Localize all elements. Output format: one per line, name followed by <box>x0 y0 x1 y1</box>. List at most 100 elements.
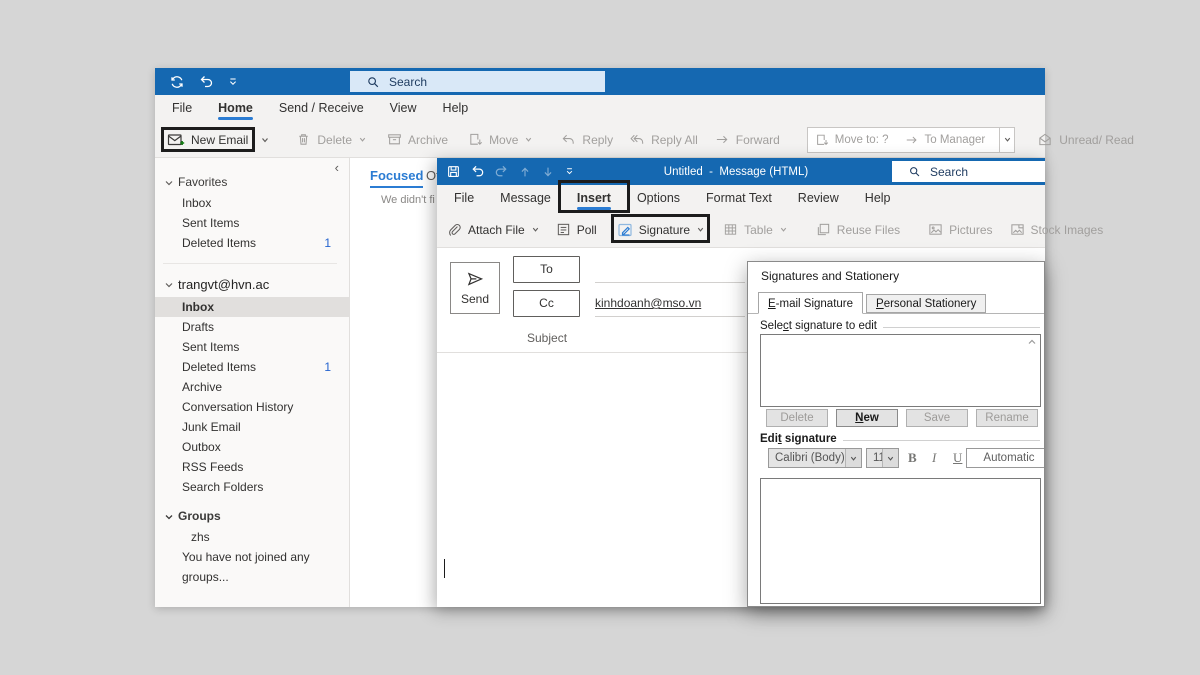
chevron-down-icon <box>164 512 174 522</box>
folder-pane: ‹ Favorites Inbox Sent Items Deleted Ite… <box>155 158 350 607</box>
redo-icon[interactable] <box>494 164 509 179</box>
to-field[interactable] <box>595 282 745 283</box>
cc-field[interactable] <box>595 316 745 317</box>
tab-file[interactable]: File <box>441 185 487 212</box>
new-email-dropdown-icon[interactable] <box>260 135 270 145</box>
signature-edit-area[interactable] <box>760 478 1041 604</box>
account-label: trangvt@hvn.ac <box>178 273 269 297</box>
pictures-label: Pictures <box>949 223 992 237</box>
tab-help[interactable]: Help <box>430 95 482 122</box>
bold-button[interactable]: B <box>908 450 917 466</box>
sidebar-item-search-folders[interactable]: Search Folders <box>155 477 349 497</box>
quick-steps-dropdown-icon[interactable] <box>999 128 1014 152</box>
new-email-button[interactable]: New Email <box>167 132 248 148</box>
to-manager-label: To Manager <box>925 134 986 146</box>
font-size-select[interactable]: 11 <box>866 448 899 468</box>
rename-signature-button[interactable]: Rename <box>976 409 1038 427</box>
tab-help[interactable]: Help <box>852 185 904 212</box>
sidebar-item-outbox[interactable]: Outbox <box>155 437 349 457</box>
favorites-header[interactable]: Favorites <box>155 172 349 193</box>
dialog-title: Signatures and Stationery <box>761 269 899 283</box>
sidebar-item-archive[interactable]: Archive <box>155 377 349 397</box>
tab-send-receive[interactable]: Send / Receive <box>266 95 377 122</box>
forward-button[interactable]: Forward <box>715 132 780 147</box>
cc-recipient[interactable]: kinhdoanh@mso.vn <box>595 296 701 310</box>
tab-options[interactable]: Options <box>624 185 693 212</box>
poll-button[interactable]: Poll <box>556 222 597 237</box>
signature-label: Signature <box>639 223 690 237</box>
tab-focused[interactable]: Focused <box>370 168 423 183</box>
new-signature-button[interactable]: New <box>836 409 898 427</box>
groups-header[interactable]: Groups <box>155 506 349 527</box>
main-search-box[interactable] <box>350 71 605 92</box>
dialog-tabs: E-mail Signature Personal Stationery <box>748 292 1044 314</box>
search-input[interactable] <box>930 165 1045 179</box>
undo-icon[interactable] <box>198 74 214 90</box>
tab-email-signature[interactable]: E-mail Signature <box>758 292 863 314</box>
unread-read-button[interactable]: Unread/ Read <box>1037 132 1134 147</box>
sidebar-item-favorites-sent[interactable]: Sent Items <box>155 213 349 233</box>
reply-all-button[interactable]: Reply All <box>630 132 698 147</box>
move-button[interactable]: Move <box>468 132 533 147</box>
quick-steps-gallery[interactable]: Move to: ? To Manager <box>807 127 1015 153</box>
signature-list[interactable] <box>760 334 1041 407</box>
archive-button[interactable]: Archive <box>387 132 448 147</box>
collapse-folder-pane-icon[interactable]: ‹ <box>335 160 339 175</box>
chevron-down-icon <box>882 449 898 467</box>
main-ribbon-commands: New Email Delete Archive <box>155 122 1045 158</box>
undo-icon[interactable] <box>470 164 485 179</box>
tab-insert[interactable]: Insert <box>564 185 624 212</box>
customize-toolbar-icon[interactable] <box>227 76 239 88</box>
italic-button[interactable]: I <box>932 450 936 466</box>
tab-personal-stationery[interactable]: Personal Stationery <box>866 294 986 313</box>
down-arrow-icon[interactable] <box>541 165 555 179</box>
save-icon[interactable] <box>446 164 461 179</box>
sidebar-item-inbox[interactable]: Inbox <box>155 297 349 317</box>
font-name-select[interactable]: Calibri (Body) <box>768 448 862 468</box>
tab-review[interactable]: Review <box>785 185 852 212</box>
underline-button[interactable]: U <box>953 450 962 466</box>
pictures-button[interactable]: Pictures <box>928 222 992 237</box>
search-input[interactable] <box>389 75 605 89</box>
reply-button[interactable]: Reply <box>561 132 613 147</box>
tab-file[interactable]: File <box>159 95 205 122</box>
up-arrow-icon[interactable] <box>518 165 532 179</box>
chevron-down-icon <box>696 225 705 234</box>
delete-signature-button[interactable]: Delete <box>766 409 828 427</box>
signature-button[interactable]: Signature <box>617 222 705 238</box>
move-label: Move <box>489 133 518 147</box>
cc-button[interactable]: Cc <box>513 290 580 317</box>
sidebar-item-deleted-items[interactable]: Deleted Items1 <box>155 357 349 377</box>
scroll-up-icon[interactable] <box>1027 338 1037 346</box>
sidebar-item-sent-items[interactable]: Sent Items <box>155 337 349 357</box>
save-signature-button[interactable]: Save <box>906 409 968 427</box>
tab-message[interactable]: Message <box>487 185 564 212</box>
font-color-select[interactable]: Automatic <box>966 448 1045 468</box>
tab-format-text[interactable]: Format Text <box>693 185 785 212</box>
send-button[interactable]: Send <box>450 262 500 314</box>
sidebar-item-rss-feeds[interactable]: RSS Feeds <box>155 457 349 477</box>
table-button[interactable]: Table <box>723 222 788 237</box>
delete-button[interactable]: Delete <box>296 132 367 147</box>
forward-label: Forward <box>736 133 780 147</box>
stock-images-button[interactable]: Stock Images <box>1010 222 1104 237</box>
sidebar-item-favorites-deleted[interactable]: Deleted Items1 <box>155 233 349 253</box>
attach-file-button[interactable]: Attach File <box>447 222 540 237</box>
account-header[interactable]: trangvt@hvn.ac <box>155 273 349 297</box>
groups-empty-note: You have not joined any groups... <box>155 547 349 567</box>
divider <box>883 327 1040 328</box>
compose-title-bar: Untitled - Message (HTML) <box>437 158 1045 185</box>
sidebar-item-favorites-inbox[interactable]: Inbox <box>155 193 349 213</box>
sidebar-item-drafts[interactable]: Drafts <box>155 317 349 337</box>
send-receive-icon[interactable] <box>169 74 185 90</box>
reuse-files-button[interactable]: Reuse Files <box>816 222 900 237</box>
sidebar-item-conversation-history[interactable]: Conversation History <box>155 397 349 417</box>
tab-home[interactable]: Home <box>205 95 266 122</box>
chevron-down-icon <box>164 178 174 188</box>
compose-search-box[interactable] <box>892 161 1045 182</box>
customize-toolbar-icon[interactable] <box>564 166 575 177</box>
sidebar-item-junk-email[interactable]: Junk Email <box>155 417 349 437</box>
to-button[interactable]: To <box>513 256 580 283</box>
sidebar-item-group-zhs[interactable]: zhs <box>155 527 349 547</box>
tab-view[interactable]: View <box>377 95 430 122</box>
